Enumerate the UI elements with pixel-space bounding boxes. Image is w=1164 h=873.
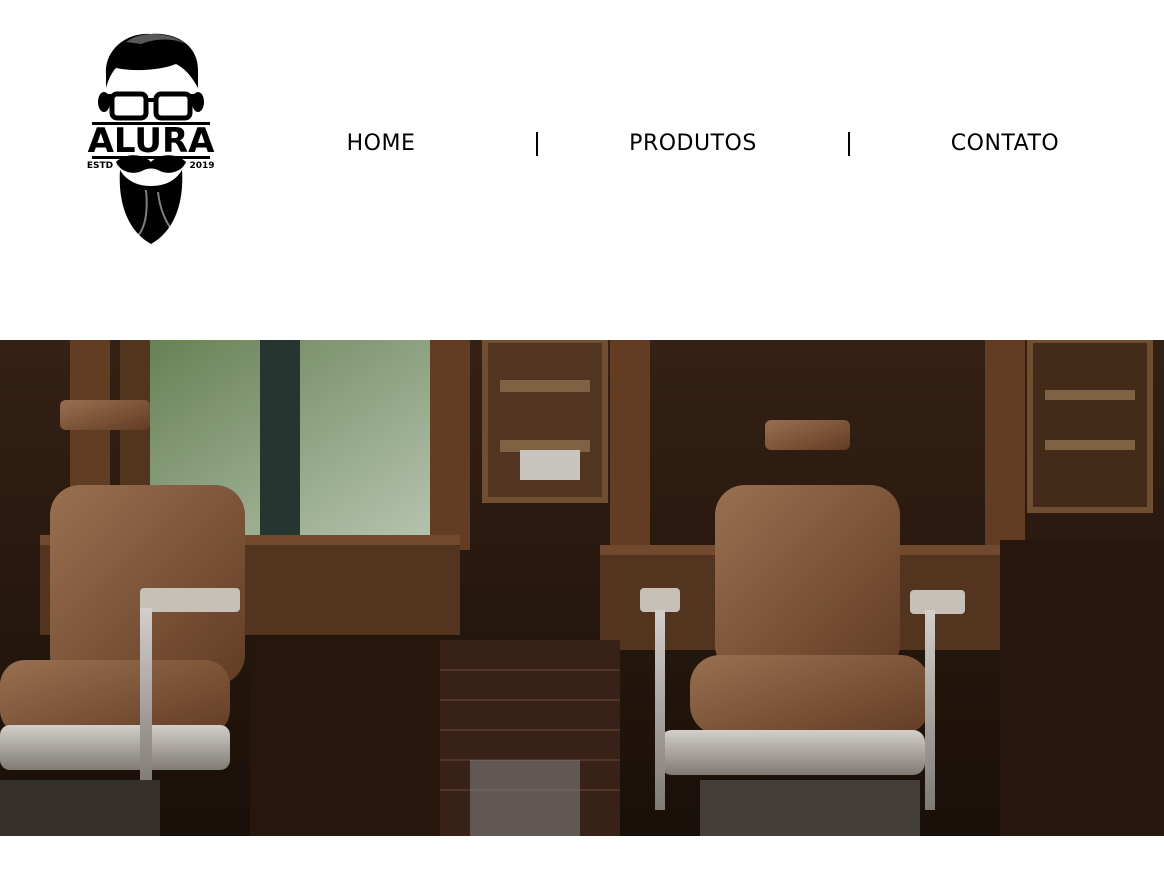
nav-home-link[interactable]: HOME <box>226 120 536 168</box>
logo-right-tag: 2019 <box>189 161 214 171</box>
main-nav: HOME PRODUTOS CONTATO <box>226 120 1160 168</box>
hero-banner <box>0 340 1164 836</box>
nav-contato-link[interactable]: CONTATO <box>850 120 1160 168</box>
alura-logo[interactable]: ALURA ESTD 2019 <box>86 30 216 250</box>
barbershop-photo <box>0 340 1164 836</box>
bearded-man-logo-icon: ALURA ESTD 2019 <box>87 33 216 244</box>
nav-produtos-link[interactable]: PRODUTOS <box>538 120 848 168</box>
site-header: ALURA ESTD 2019 HOME PRODUTOS CONTATO <box>0 0 1164 340</box>
logo-brand-text: ALURA <box>88 121 216 161</box>
logo-left-tag: ESTD <box>87 161 113 171</box>
